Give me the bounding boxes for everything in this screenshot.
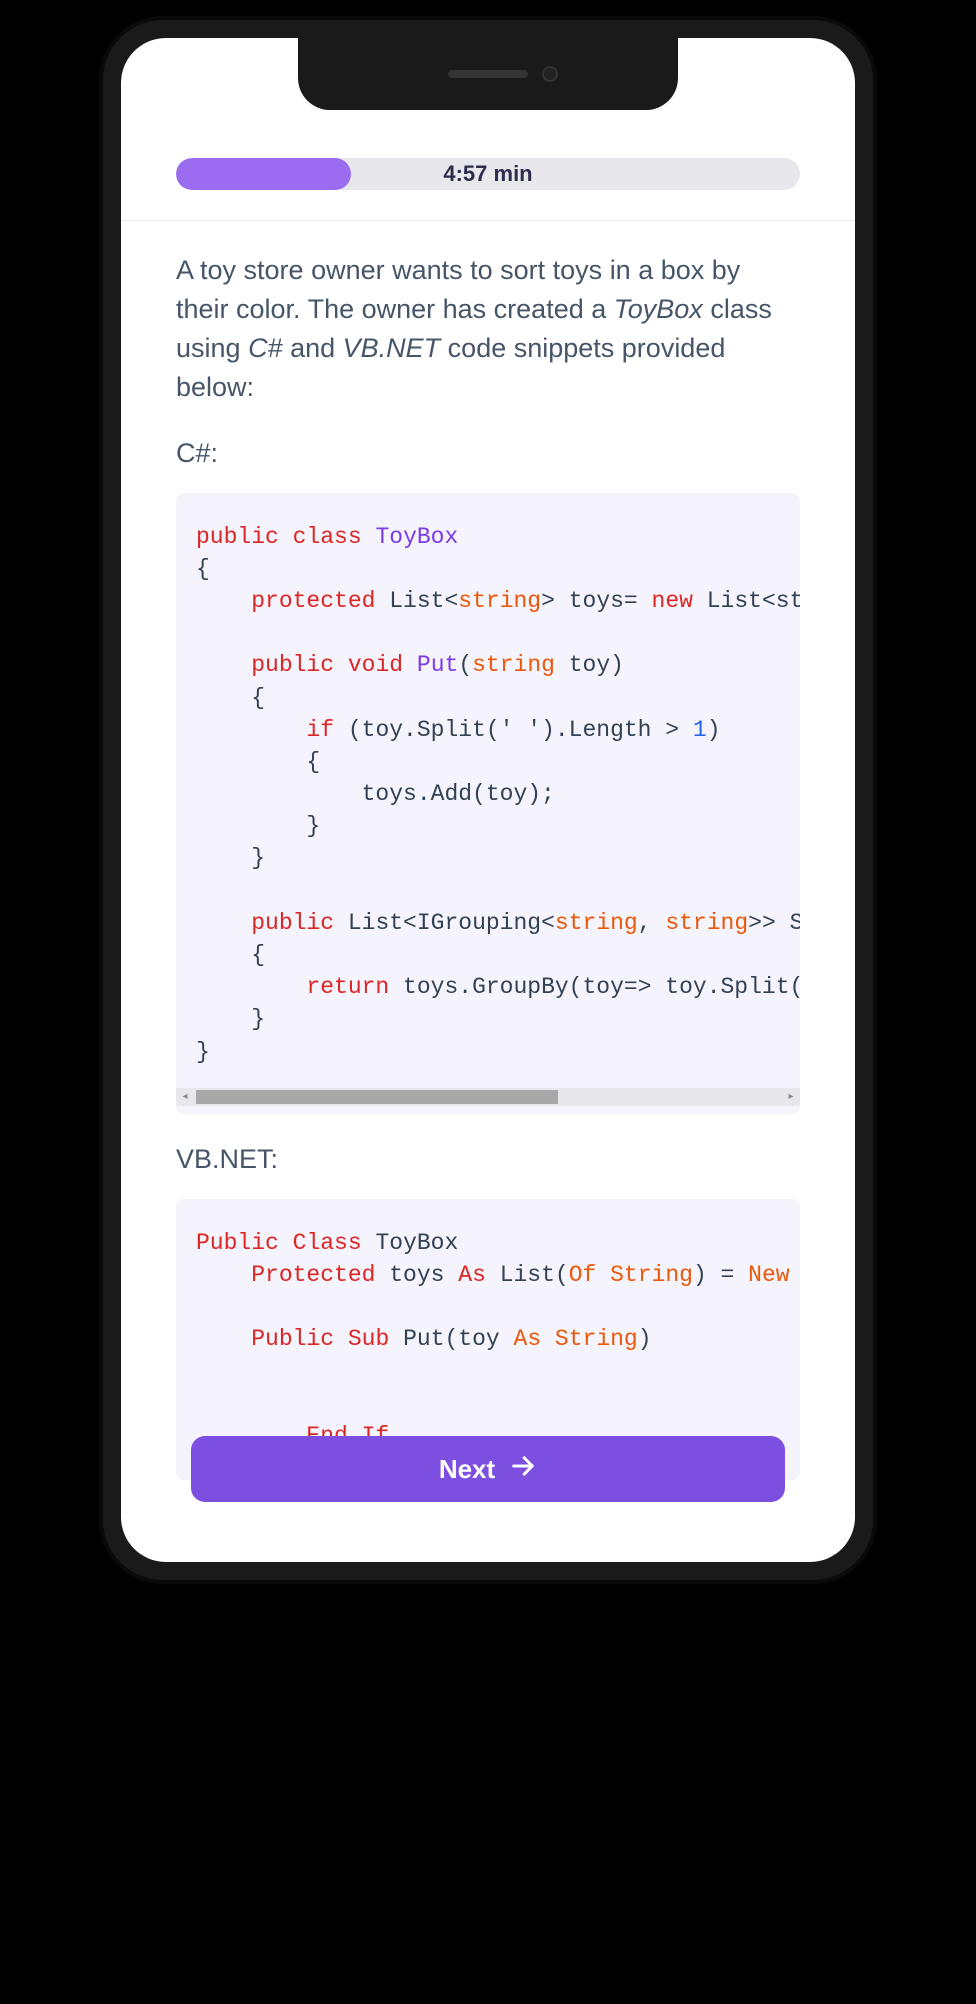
code-text: { <box>196 749 320 775</box>
progress-bar: 4:57 min <box>176 158 800 190</box>
notch-camera <box>542 66 558 82</box>
code-text: ( <box>458 652 472 678</box>
code-text: } <box>196 813 320 839</box>
code-text: List< <box>375 588 458 614</box>
code-text: > toys= <box>541 588 651 614</box>
question-em: VB.NET <box>343 333 441 363</box>
question-part: and <box>283 333 343 363</box>
code-type: string <box>458 588 541 614</box>
code-text: { <box>196 942 265 968</box>
scroll-right-icon[interactable]: ▸ <box>782 1088 800 1106</box>
code-type: string <box>555 910 638 936</box>
code-kw: Public <box>196 1230 279 1256</box>
next-button[interactable]: Next <box>191 1436 785 1502</box>
code-text: ) = <box>693 1262 748 1288</box>
code-text: , <box>638 910 666 936</box>
code-text: (toy.Split(' ').Length > <box>334 717 693 743</box>
code-type: Of String <box>569 1262 693 1288</box>
code-kw: void <box>348 652 403 678</box>
code-kw: protected <box>251 588 375 614</box>
code-kw: public <box>251 652 334 678</box>
code-kw: class <box>293 524 362 550</box>
code-text: Put(toy <box>389 1326 513 1352</box>
code-kw: return <box>306 974 389 1000</box>
content-area: 4:57 min A toy store owner wants to sort… <box>121 38 855 1562</box>
code-text: ) <box>707 717 721 743</box>
code-type: string <box>472 652 555 678</box>
code-type: As String <box>514 1326 638 1352</box>
code-kw: if <box>306 717 334 743</box>
timer-text: 4:57 min <box>443 161 532 187</box>
code-text: } <box>196 845 265 871</box>
code-text: } <box>196 1006 265 1032</box>
notch-speaker <box>448 70 528 78</box>
code-text: { <box>196 685 265 711</box>
divider <box>121 220 855 221</box>
phone-notch <box>298 38 678 110</box>
code-kw: Public <box>251 1326 334 1352</box>
code-kw: As <box>458 1262 486 1288</box>
progress-fill <box>176 158 351 190</box>
code-kw: public <box>196 524 279 550</box>
code-text: List<st <box>693 588 800 614</box>
arrow-right-icon <box>509 1452 537 1487</box>
code-content: public class ToyBox { protected List<str… <box>196 521 780 1068</box>
code-text: toys.Add(toy); <box>196 781 555 807</box>
question-text: A toy store owner wants to sort toys in … <box>176 251 800 408</box>
code-text: >> S <box>748 910 800 936</box>
code-text: ) <box>638 1326 652 1352</box>
csharp-code-block[interactable]: public class ToyBox { protected List<str… <box>176 493 800 1114</box>
code-func: Put <box>417 652 458 678</box>
code-type: string <box>665 910 748 936</box>
code-content: Public Class ToyBox Protected toys As Li… <box>196 1227 780 1452</box>
code-kw: new <box>652 588 693 614</box>
phone-frame: 4:57 min A toy store owner wants to sort… <box>103 20 873 1580</box>
question-em: ToyBox <box>614 294 703 324</box>
code-type: New <box>748 1262 789 1288</box>
next-button-label: Next <box>439 1454 495 1485</box>
progress-container: 4:57 min <box>121 158 855 190</box>
code-text: List<IGrouping< <box>334 910 555 936</box>
code-class: ToyBox <box>375 524 458 550</box>
code-text: toy) <box>555 652 624 678</box>
code-num: 1 <box>693 717 707 743</box>
code-kw: Class <box>293 1230 362 1256</box>
horizontal-scrollbar[interactable]: ◂ ▸ <box>176 1088 800 1106</box>
scroll-left-icon[interactable]: ◂ <box>176 1088 194 1106</box>
code-text: { <box>196 556 210 582</box>
code-kw: Sub <box>348 1326 389 1352</box>
code-kw: public <box>251 910 334 936</box>
question-container: A toy store owner wants to sort toys in … <box>121 251 855 1480</box>
code-text: toys.GroupBy(toy=> toy.Split( <box>389 974 800 1000</box>
question-em: C# <box>248 333 283 363</box>
csharp-label: C#: <box>176 438 800 469</box>
code-text: List( <box>486 1262 569 1288</box>
phone-screen: 4:57 min A toy store owner wants to sort… <box>121 38 855 1562</box>
code-text: } <box>196 1039 210 1065</box>
vbnet-label: VB.NET: <box>176 1144 800 1175</box>
code-kw: Protected <box>251 1262 375 1288</box>
code-text: ToyBox <box>362 1230 459 1256</box>
code-text: toys <box>375 1262 458 1288</box>
scrollbar-thumb[interactable] <box>196 1090 558 1104</box>
